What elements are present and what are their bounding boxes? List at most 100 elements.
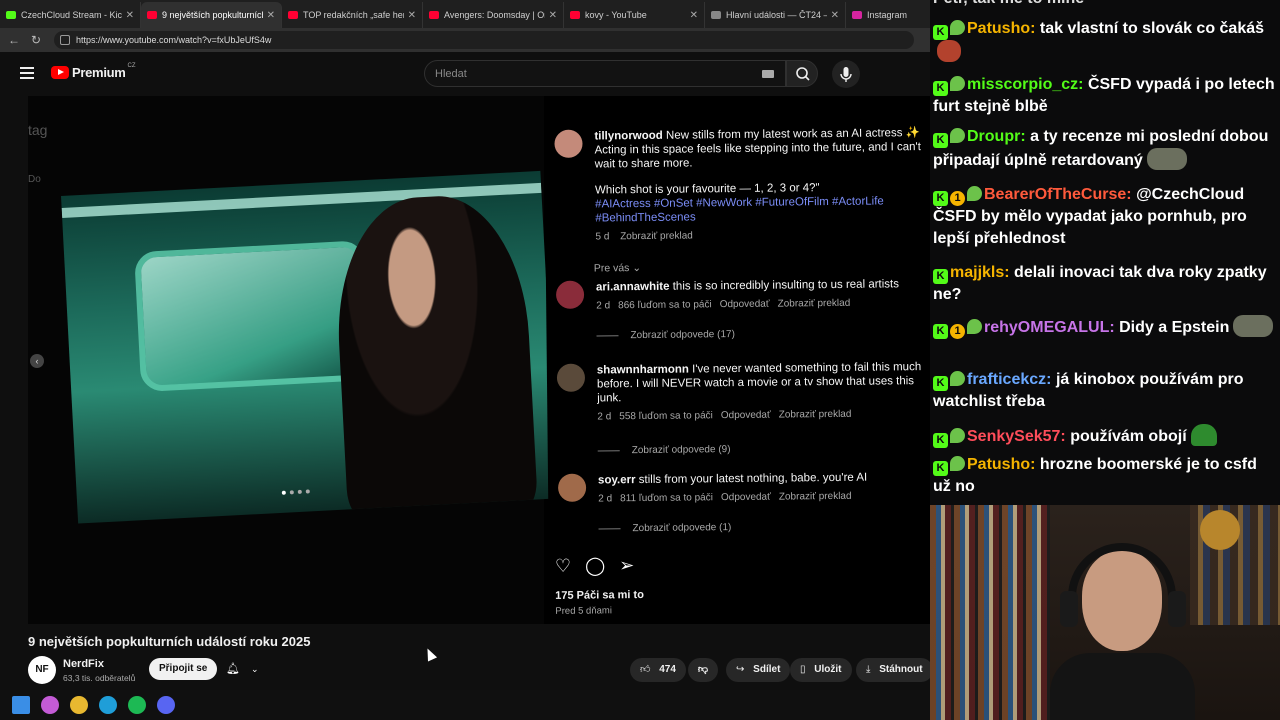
chat-username[interactable]: Patusho xyxy=(967,456,1030,473)
video-player[interactable]: tag Do ‹ tillynorwood New stills from my… xyxy=(28,96,930,624)
translate-link[interactable]: Zobraziť preklad xyxy=(778,298,851,310)
translate-link[interactable]: Zobraziť preklad xyxy=(620,230,693,242)
comment-age: 2 d xyxy=(596,300,611,312)
chat-message: Kmajjkls: delali inovaci tak dva roky zp… xyxy=(933,262,1277,306)
close-icon[interactable]: ✕ xyxy=(408,10,416,21)
for-you-filter[interactable]: Pre vás ⌄ xyxy=(594,262,641,274)
close-icon[interactable]: ✕ xyxy=(267,10,275,21)
like-button[interactable]: 👍︎ 474 xyxy=(630,658,686,682)
clover-badge-icon xyxy=(950,428,965,443)
chat-username[interactable]: frafticekcz xyxy=(967,371,1046,388)
channel-name[interactable]: NerdFix xyxy=(63,658,104,670)
youtube-logo[interactable]: Premium CZ xyxy=(51,62,136,80)
chat-username[interactable]: majjkls xyxy=(950,264,1004,281)
voice-search-button[interactable] xyxy=(832,60,860,88)
mic-icon xyxy=(840,67,852,82)
join-button[interactable]: Připojit se xyxy=(149,658,218,680)
comment-username[interactable]: shawnnharmonn xyxy=(597,363,689,376)
comment-text: this is so incredibly insulting to us re… xyxy=(672,278,900,293)
comment-username[interactable]: soy.err xyxy=(598,474,636,486)
edge-icon[interactable] xyxy=(99,696,117,714)
chat-partial-message: Petr, tak me to mine xyxy=(933,0,1277,10)
translate-link[interactable]: Zobraziť preklad xyxy=(779,491,852,503)
comment: ari.annawhite this is so incredibly insu… xyxy=(555,277,930,312)
keyboard-icon[interactable] xyxy=(762,70,774,78)
chat-username[interactable]: rehyOMEGALUL xyxy=(984,319,1109,336)
share-icon[interactable]: ➢ xyxy=(619,555,634,576)
clover-badge-icon xyxy=(967,186,982,201)
site-info-icon[interactable] xyxy=(60,35,70,45)
dislike-button[interactable]: 👎︎ xyxy=(688,658,718,682)
translate-link[interactable]: Zobraziť preklad xyxy=(779,409,852,421)
post-photo xyxy=(61,170,558,524)
chat-username[interactable]: Droupr xyxy=(967,128,1020,145)
headphones xyxy=(1068,543,1176,603)
discord-icon[interactable] xyxy=(157,696,175,714)
reply-link[interactable]: Odpovedať xyxy=(721,492,771,504)
browser-tab[interactable]: 9 největších popkulturních ✕ xyxy=(141,2,282,28)
video-title: 9 největších popkulturních událostí roku… xyxy=(28,634,311,649)
chat-colon: : xyxy=(1109,319,1120,336)
browser-tab[interactable]: Avengers: Doomsday | Only in ✕ xyxy=(423,2,564,28)
favicon-icon xyxy=(429,11,439,19)
browser-tab[interactable]: Instagram xyxy=(846,2,916,28)
browser-tab[interactable]: Hlavní události — ČT24 — Č ✕ xyxy=(705,2,846,28)
bell-icon: 🔔︎ xyxy=(226,663,240,675)
comment-likes: 558 ľuďom sa to páči xyxy=(619,410,713,423)
close-icon[interactable]: ✕ xyxy=(831,10,839,21)
instagram-media-pane: tag Do ‹ xyxy=(28,96,558,624)
comment: soy.err stills from your latest nothing,… xyxy=(557,470,930,505)
view-replies-link[interactable]: Zobraziť odpovede (17) xyxy=(596,329,734,341)
download-button[interactable]: ⤓ Stáhnout xyxy=(856,658,933,682)
avatar[interactable] xyxy=(554,129,583,158)
caption-hashtags[interactable]: #AIActress #OnSet #NewWork #FutureOfFilm… xyxy=(595,194,930,226)
close-icon[interactable]: ✕ xyxy=(549,10,557,21)
notification-bell-button[interactable]: 🔔︎ ⌄ xyxy=(222,658,268,680)
browser-tab[interactable]: CzechCloud Stream - Kick Da ✕ xyxy=(0,2,141,28)
menu-icon[interactable] xyxy=(20,67,34,79)
chat-username[interactable]: SenkySek57 xyxy=(967,428,1060,445)
save-button[interactable]: ▯ Uložit xyxy=(790,658,852,682)
search-button[interactable] xyxy=(786,60,818,87)
chat-message: Kfrafticekcz: já kinobox používám pro wa… xyxy=(933,369,1277,413)
reply-link[interactable]: Odpovedať xyxy=(721,410,771,422)
reply-link[interactable]: Odpovedať xyxy=(720,299,770,311)
reload-icon[interactable]: ↻ xyxy=(28,33,44,47)
logo-region: CZ xyxy=(127,62,136,69)
comment-username[interactable]: ari.annawhite xyxy=(596,281,670,294)
heart-icon[interactable]: ♡ xyxy=(555,556,571,577)
post-caption: tillynorwood New stills from my latest w… xyxy=(554,126,930,243)
back-icon[interactable]: ← xyxy=(6,33,22,47)
file-explorer-icon[interactable] xyxy=(70,696,88,714)
copilot-icon[interactable] xyxy=(41,696,59,714)
close-icon[interactable]: ✕ xyxy=(126,10,134,21)
headphone-cup xyxy=(1060,591,1078,627)
avatar[interactable] xyxy=(555,280,585,309)
comment-icon[interactable]: ◯ xyxy=(585,555,605,576)
windows-start-icon[interactable] xyxy=(12,696,30,714)
share-button[interactable]: ↪ Sdílet xyxy=(726,658,791,682)
emote-icon xyxy=(1146,148,1187,170)
channel-avatar[interactable]: NF xyxy=(28,656,56,684)
search-input[interactable]: Hledat xyxy=(424,60,786,87)
spotify-icon[interactable] xyxy=(128,696,146,714)
comment-text: stills from your latest nothing, babe. y… xyxy=(638,471,868,487)
view-replies-link[interactable]: Zobraziť odpovede (1) xyxy=(598,522,731,534)
view-replies-link[interactable]: Zobraziť odpovede (9) xyxy=(598,444,731,456)
carousel-prev-icon[interactable]: ‹ xyxy=(30,354,44,368)
avatar[interactable] xyxy=(556,363,586,392)
chat-username[interactable]: Patusho xyxy=(967,20,1030,37)
kick-badge-icon: K xyxy=(933,191,948,206)
browser-tab[interactable]: TOP redakčních „safe her", ke ✕ xyxy=(282,2,423,28)
chat-username[interactable]: BearerOfTheCurse xyxy=(984,186,1126,203)
avatar[interactable] xyxy=(557,473,587,502)
caption-username[interactable]: tillynorwood xyxy=(594,130,662,143)
like-count: 474 xyxy=(659,664,676,675)
url-field[interactable]: https://www.youtube.com/watch?v=fxUbJeUf… xyxy=(54,31,914,49)
chat-username[interactable]: misscorpio_cz xyxy=(967,76,1078,93)
close-icon[interactable]: ✕ xyxy=(690,10,698,21)
browser-tab[interactable]: kovy - YouTube ✕ xyxy=(564,2,705,28)
chat-colon: : xyxy=(1004,264,1015,281)
kick-badge-icon: K xyxy=(933,25,948,40)
search-icon xyxy=(796,67,810,81)
